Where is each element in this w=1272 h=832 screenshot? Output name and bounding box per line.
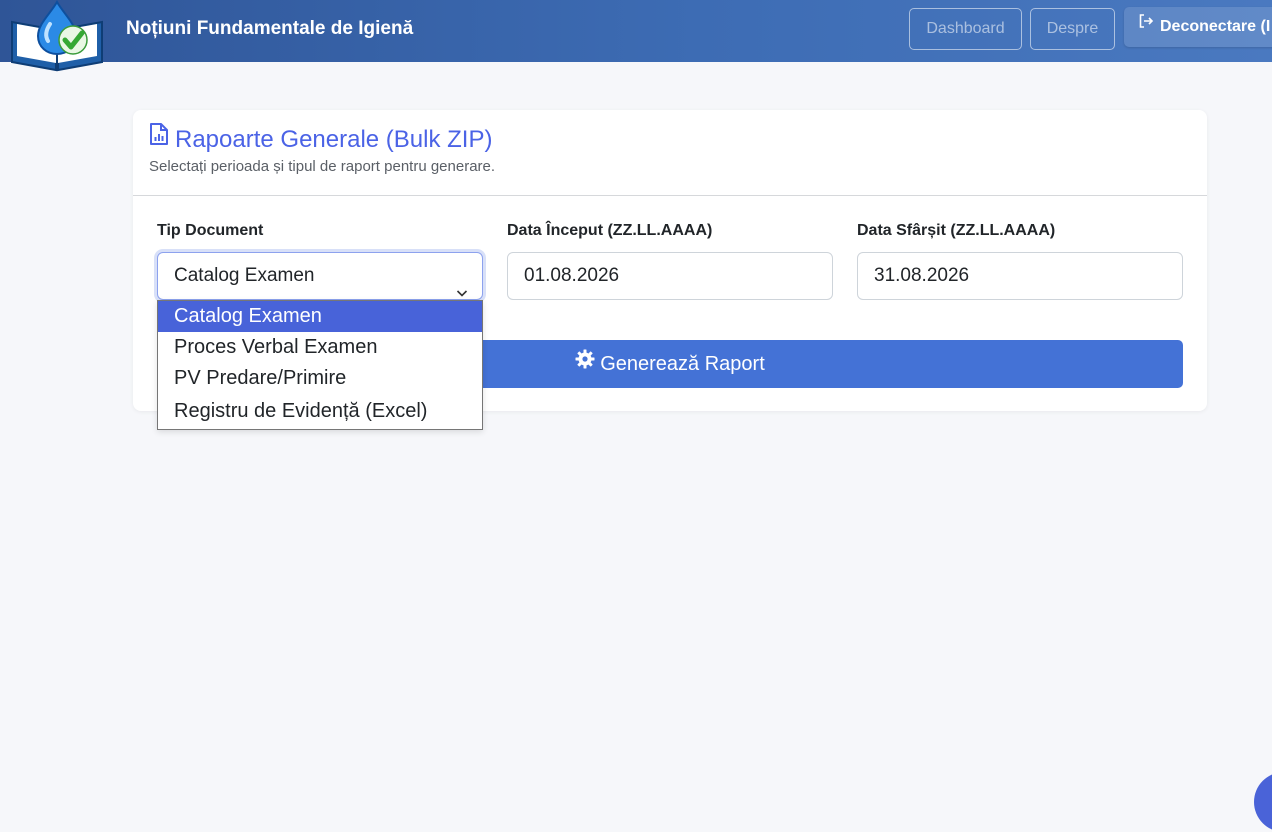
doc-type-dropdown-list: Catalog Examen Proces Verbal Examen PV P… — [157, 300, 483, 430]
card-title-text: Rapoarte Generale (Bulk ZIP) — [175, 126, 493, 153]
doc-type-label: Tip Document — [157, 222, 264, 239]
floating-action-button[interactable] — [1254, 772, 1272, 832]
doc-type-option[interactable]: PV Predare/Primire — [158, 363, 482, 394]
doc-type-option[interactable]: Registru de Evidență (Excel) — [158, 396, 482, 427]
gear-icon — [575, 339, 595, 387]
end-date-label: Data Sfârșit (ZZ.LL.AAAA) — [857, 222, 1056, 239]
start-date-input[interactable]: 01.08.2026 — [507, 252, 833, 300]
doc-type-option[interactable]: Proces Verbal Examen — [158, 332, 482, 363]
card-title: Rapoarte Generale (Bulk ZIP) — [149, 122, 493, 155]
logout-label: Deconectare (I — [1160, 18, 1271, 35]
logout-icon — [1138, 7, 1154, 45]
start-date-label: Data Început (ZZ.LL.AAAA) — [507, 222, 713, 239]
logout-button[interactable]: Deconectare (I — [1124, 7, 1272, 47]
nav-despre-button[interactable]: Despre — [1030, 8, 1115, 50]
card-subtitle: Selectați perioada și tipul de raport pe… — [149, 158, 496, 175]
nav-dashboard-button[interactable]: Dashboard — [909, 8, 1022, 50]
doc-type-selected-value: Catalog Examen — [174, 265, 315, 286]
app-logo[interactable] — [8, 0, 106, 72]
doc-type-select[interactable]: Catalog Examen — [157, 252, 483, 300]
navbar: Noțiuni Fundamentale de Igienă Dashboard… — [0, 0, 1272, 72]
generate-report-label: Generează Raport — [600, 353, 765, 375]
doc-type-option[interactable]: Catalog Examen — [158, 301, 482, 332]
app-title[interactable]: Noțiuni Fundamentale de Igienă — [126, 18, 413, 40]
file-chart-icon — [149, 122, 169, 154]
card-header: Rapoarte Generale (Bulk ZIP) Selectați p… — [133, 110, 1207, 196]
end-date-input[interactable]: 31.08.2026 — [857, 252, 1183, 300]
